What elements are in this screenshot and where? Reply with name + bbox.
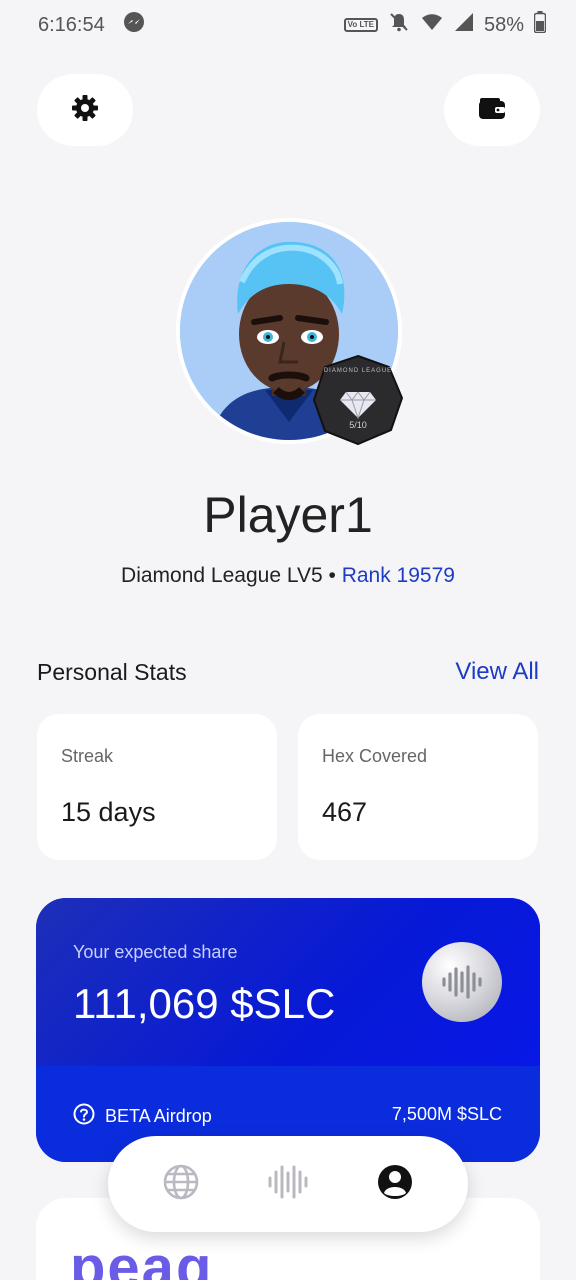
badge-title: DIAMOND LEAGUE [323,368,393,374]
soundwave-icon [267,1164,309,1205]
personal-stats-header: Personal Stats View All [37,658,539,686]
league-badge[interactable]: 5/10 DIAMOND LEAGUE [312,354,404,446]
mute-icon [388,11,410,39]
battery-percent: 58% [483,13,524,36]
gear-icon [71,94,99,127]
rank-link[interactable]: Rank 19579 [342,564,455,587]
league-line: Diamond League LV5 • Rank 19579 [0,564,576,588]
airdrop-label: BETA Airdrop [105,1106,212,1126]
beta-airdrop-info[interactable]: BETA Airdrop [73,1103,212,1130]
profile-icon [376,1163,414,1206]
expected-share-card[interactable]: Your expected share 111,069 $SLC BETA Ai… [36,898,540,1162]
wallet-icon [478,95,506,126]
wallet-button[interactable] [444,74,540,146]
help-icon [73,1103,95,1130]
volte-icon: Vo LTE [343,18,378,32]
tab-explore[interactable] [151,1154,211,1214]
stat-card-streak[interactable]: Streak 15 days [37,714,277,860]
slc-coin-icon [422,942,502,1022]
player-name: Player1 [203,487,373,543]
bottom-tab-bar [108,1136,468,1232]
stat-label: Hex Covered [322,746,428,766]
section-title: Personal Stats [37,658,187,685]
status-bar: 6:16:54 Vo LTE 58% [0,0,576,50]
league-separator: • [328,564,336,587]
tab-rewards[interactable] [258,1154,318,1214]
league-level: Diamond League LV5 [121,564,323,587]
stat-value: 467 [322,797,368,827]
settings-button[interactable] [37,74,133,146]
globe-icon [162,1163,200,1206]
status-time: 6:16:54 [38,13,105,36]
signal-icon [454,12,474,38]
wifi-icon [420,12,444,38]
share-value: 111,069 $SLC [73,980,336,1027]
share-label: Your expected share [73,942,238,962]
stat-value: 15 days [61,797,156,827]
badge-progress: 5/10 [349,420,367,430]
view-all-link[interactable]: View All [455,658,539,686]
messenger-icon [123,11,145,39]
tab-profile[interactable] [365,1154,425,1214]
battery-icon [533,11,547,39]
airdrop-amount: 7,500M $SLC [391,1104,502,1124]
stat-card-hex-covered[interactable]: Hex Covered 467 [298,714,538,860]
peaq-logo: peaq [70,1235,214,1280]
stat-label: Streak [61,746,114,766]
